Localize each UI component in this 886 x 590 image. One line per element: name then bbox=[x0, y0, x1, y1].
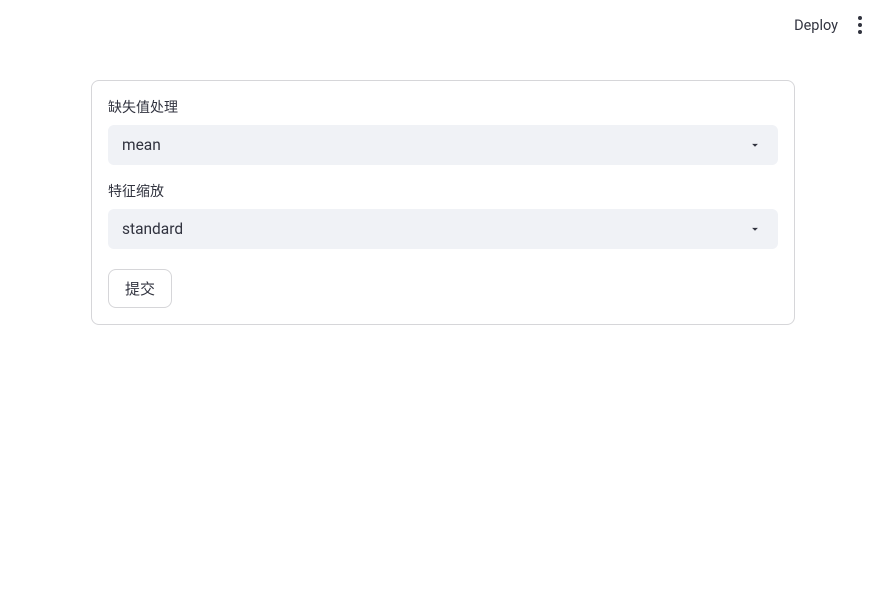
main-container: 缺失值处理 mean 特征缩放 standard 提交 bbox=[91, 80, 795, 325]
form-card: 缺失值处理 mean 特征缩放 standard 提交 bbox=[91, 80, 795, 325]
missing-value-group: 缺失值处理 mean bbox=[108, 97, 778, 165]
feature-scaling-select[interactable]: standard bbox=[108, 209, 778, 249]
feature-scaling-group: 特征缩放 standard bbox=[108, 181, 778, 249]
feature-scaling-selected: standard bbox=[122, 220, 746, 238]
missing-value-selected: mean bbox=[122, 136, 746, 154]
submit-button[interactable]: 提交 bbox=[108, 269, 172, 308]
chevron-down-icon bbox=[746, 136, 764, 154]
chevron-down-icon bbox=[746, 220, 764, 238]
deploy-button[interactable]: Deploy bbox=[794, 17, 838, 34]
feature-scaling-label: 特征缩放 bbox=[108, 181, 778, 201]
menu-icon[interactable] bbox=[854, 12, 866, 38]
header: Deploy bbox=[0, 0, 886, 50]
missing-value-label: 缺失值处理 bbox=[108, 97, 778, 117]
missing-value-select[interactable]: mean bbox=[108, 125, 778, 165]
